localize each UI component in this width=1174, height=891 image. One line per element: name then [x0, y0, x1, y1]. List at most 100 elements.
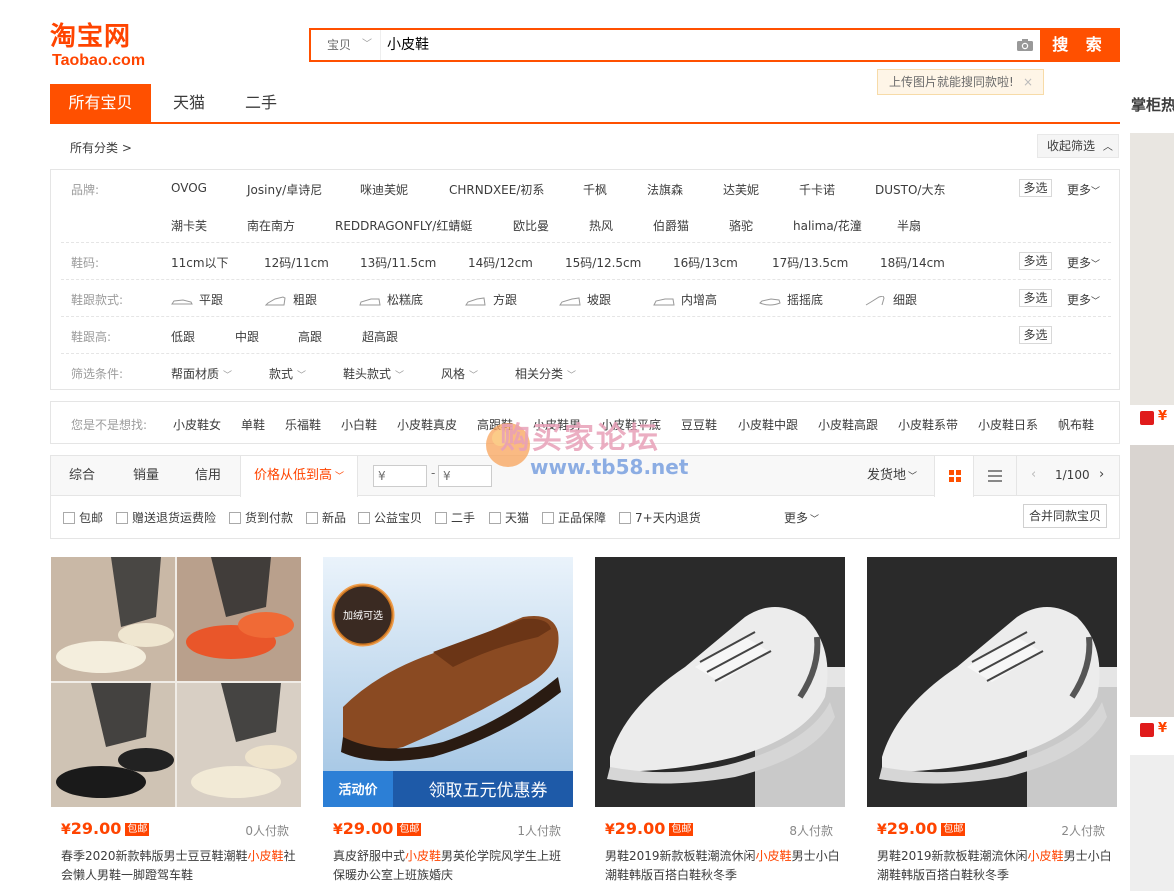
filter-checkbox[interactable]: 7+天内退货	[619, 509, 701, 526]
brand-item[interactable]: CHRNDXEE/初系	[449, 181, 544, 198]
size-item[interactable]: 12码/11cm	[264, 254, 329, 271]
product-title[interactable]: 春季2020新款韩版男士豆豆鞋潮鞋小皮鞋社会懒人男鞋一脚蹬驾车鞋	[61, 847, 297, 887]
filter-checkbox[interactable]: 包邮	[63, 509, 103, 526]
brand-item[interactable]: 热风	[589, 217, 613, 234]
product-image[interactable]	[51, 557, 301, 807]
suggest-item[interactable]: 小皮鞋日系	[978, 416, 1038, 433]
sort-sales[interactable]: 销量	[115, 456, 177, 496]
filter-checkbox[interactable]: 天猫	[489, 509, 529, 526]
heel-style-item[interactable]: 内增高	[653, 291, 717, 308]
brand-item[interactable]: 达芙妮	[723, 181, 759, 198]
size-item[interactable]: 18码/14cm	[880, 254, 945, 271]
condition-dropdown[interactable]: 款式 ﹀	[269, 365, 306, 382]
product-card[interactable]: 加绒可选 活动价 领取五元优惠券 ¥29.00 包邮 1人付款 真皮舒服中式小皮鞋…	[323, 557, 573, 891]
sort-default[interactable]: 综合	[51, 456, 113, 496]
size-item[interactable]: 17码/13.5cm	[772, 254, 848, 271]
size-item[interactable]: 16码/13cm	[673, 254, 738, 271]
condition-dropdown[interactable]: 帮面材质 ﹀	[171, 365, 232, 382]
brand-item[interactable]: 伯爵猫	[653, 217, 689, 234]
heel-height-item[interactable]: 低跟	[171, 328, 195, 345]
product-title[interactable]: 男鞋2019新款板鞋潮流休闲小皮鞋男士小白潮鞋韩版百搭白鞋秋冬季	[605, 847, 841, 887]
suggest-item[interactable]: 小白鞋	[341, 416, 377, 433]
product-image[interactable]	[867, 557, 1117, 807]
product-card[interactable]: ¥29.00 包邮 2人付款 男鞋2019新款板鞋潮流休闲小皮鞋男士小白潮鞋韩版百…	[867, 557, 1117, 891]
more-filters-dropdown[interactable]: 更多 ﹀	[784, 509, 819, 526]
heel-height-item[interactable]: 中跟	[235, 328, 259, 345]
brand-item[interactable]: 南在南方	[247, 217, 295, 234]
size-multi-button[interactable]: 多选	[1019, 252, 1052, 270]
brand-item[interactable]: 欧比曼	[513, 217, 549, 234]
suggest-item[interactable]: 小皮鞋女	[173, 416, 221, 433]
brand-item[interactable]: 半扇	[897, 217, 921, 234]
price-min-input[interactable]: ¥	[373, 465, 427, 487]
brand-item[interactable]: OVOG	[171, 181, 207, 195]
suggest-item[interactable]: 小皮鞋男	[533, 416, 581, 433]
heel-style-item[interactable]: 粗跟	[265, 291, 317, 308]
brand-item[interactable]: 千卡诺	[799, 181, 835, 198]
filter-checkbox[interactable]: 公益宝贝	[358, 509, 422, 526]
heel-style-item[interactable]: 坡跟	[559, 291, 611, 308]
heel-style-item[interactable]: 细跟	[865, 291, 917, 308]
side-product-image[interactable]	[1130, 133, 1174, 405]
product-title[interactable]: 男鞋2019新款板鞋潮流休闲小皮鞋男士小白潮鞋韩版百搭白鞋秋冬季	[877, 847, 1113, 887]
next-page-icon[interactable]: ›	[1099, 467, 1104, 482]
brand-more-button[interactable]: 更多﹀	[1067, 181, 1100, 198]
ship-from-dropdown[interactable]: 发货地 ﹀	[857, 456, 927, 496]
search-scope-select[interactable]: 宝贝 ﹀	[311, 30, 381, 60]
suggest-item[interactable]: 高跟鞋	[477, 416, 513, 433]
condition-dropdown[interactable]: 相关分类 ﹀	[515, 365, 576, 382]
prev-page-icon[interactable]: ‹	[1031, 467, 1036, 482]
brand-item[interactable]: 千枫	[583, 181, 607, 198]
heel-height-item[interactable]: 高跟	[298, 328, 322, 345]
heel-height-item[interactable]: 超高跟	[362, 328, 398, 345]
product-image[interactable]: 加绒可选 活动价 领取五元优惠券	[323, 557, 573, 807]
size-more-button[interactable]: 更多﹀	[1067, 254, 1100, 271]
side-product-image[interactable]	[1130, 755, 1174, 891]
brand-item[interactable]: 咪迪芙妮	[360, 181, 408, 198]
heel-style-item[interactable]: 摇摇底	[759, 291, 823, 308]
brand-item[interactable]: 骆驼	[729, 217, 753, 234]
tab-all-items[interactable]: 所有宝贝	[50, 84, 151, 122]
camera-icon[interactable]	[1010, 30, 1040, 60]
product-image[interactable]	[595, 557, 845, 807]
brand-item[interactable]: 法旗森	[647, 181, 683, 198]
sort-price-asc[interactable]: 价格从低到高 ﹀	[240, 456, 358, 497]
suggest-item[interactable]: 小皮鞋中跟	[738, 416, 798, 433]
heel-style-more-button[interactable]: 更多﹀	[1067, 291, 1100, 308]
heel-style-item[interactable]: 平跟	[171, 291, 223, 308]
list-view-button[interactable]	[975, 456, 1015, 496]
brand-item[interactable]: REDDRAGONFLY/红蜻蜓	[335, 217, 472, 234]
suggest-item[interactable]: 小皮鞋系带	[898, 416, 958, 433]
brand-item[interactable]: halima/花潼	[793, 217, 862, 234]
condition-dropdown[interactable]: 鞋头款式 ﹀	[343, 365, 404, 382]
heel-style-item[interactable]: 方跟	[465, 291, 517, 308]
search-input[interactable]: 小皮鞋	[381, 30, 1010, 60]
size-item[interactable]: 13码/11.5cm	[360, 254, 436, 271]
size-item[interactable]: 15码/12.5cm	[565, 254, 641, 271]
product-title[interactable]: 真皮舒服中式小皮鞋男英伦学院风学生上班保暖办公室上班族婚庆	[333, 847, 569, 887]
condition-dropdown[interactable]: 风格 ﹀	[441, 365, 478, 382]
filter-checkbox[interactable]: 赠送退货运费险	[116, 509, 216, 526]
brand-item[interactable]: 潮卡芙	[171, 217, 207, 234]
brand-multi-button[interactable]: 多选	[1019, 179, 1052, 197]
tab-second-hand[interactable]: 二手	[228, 84, 294, 122]
heel-height-multi-button[interactable]: 多选	[1019, 326, 1052, 344]
size-item[interactable]: 11cm以下	[171, 254, 229, 271]
filter-checkbox[interactable]: 正品保障	[542, 509, 606, 526]
filter-checkbox[interactable]: 新品	[306, 509, 346, 526]
brand-item[interactable]: Josiny/卓诗尼	[247, 181, 322, 198]
suggest-item[interactable]: 小皮鞋高跟	[818, 416, 878, 433]
tab-tmall[interactable]: 天猫	[156, 84, 222, 122]
filter-checkbox[interactable]: 二手	[435, 509, 475, 526]
taobao-logo[interactable]: 淘宝网 Taobao.com	[50, 22, 160, 70]
product-card[interactable]: ¥29.00 包邮 0人付款 春季2020新款韩版男士豆豆鞋潮鞋小皮鞋社会懒人男鞋…	[51, 557, 301, 891]
size-item[interactable]: 14码/12cm	[468, 254, 533, 271]
collapse-filter-button[interactable]: 收起筛选 ︿	[1037, 134, 1119, 158]
filter-checkbox[interactable]: 货到付款	[229, 509, 293, 526]
grid-view-button[interactable]	[934, 456, 974, 497]
suggest-item[interactable]: 乐福鞋	[285, 416, 321, 433]
suggest-item[interactable]: 豆豆鞋	[681, 416, 717, 433]
heel-style-multi-button[interactable]: 多选	[1019, 289, 1052, 307]
side-product-image[interactable]	[1130, 445, 1174, 717]
merge-same-button[interactable]: 合并同款宝贝	[1023, 504, 1107, 528]
